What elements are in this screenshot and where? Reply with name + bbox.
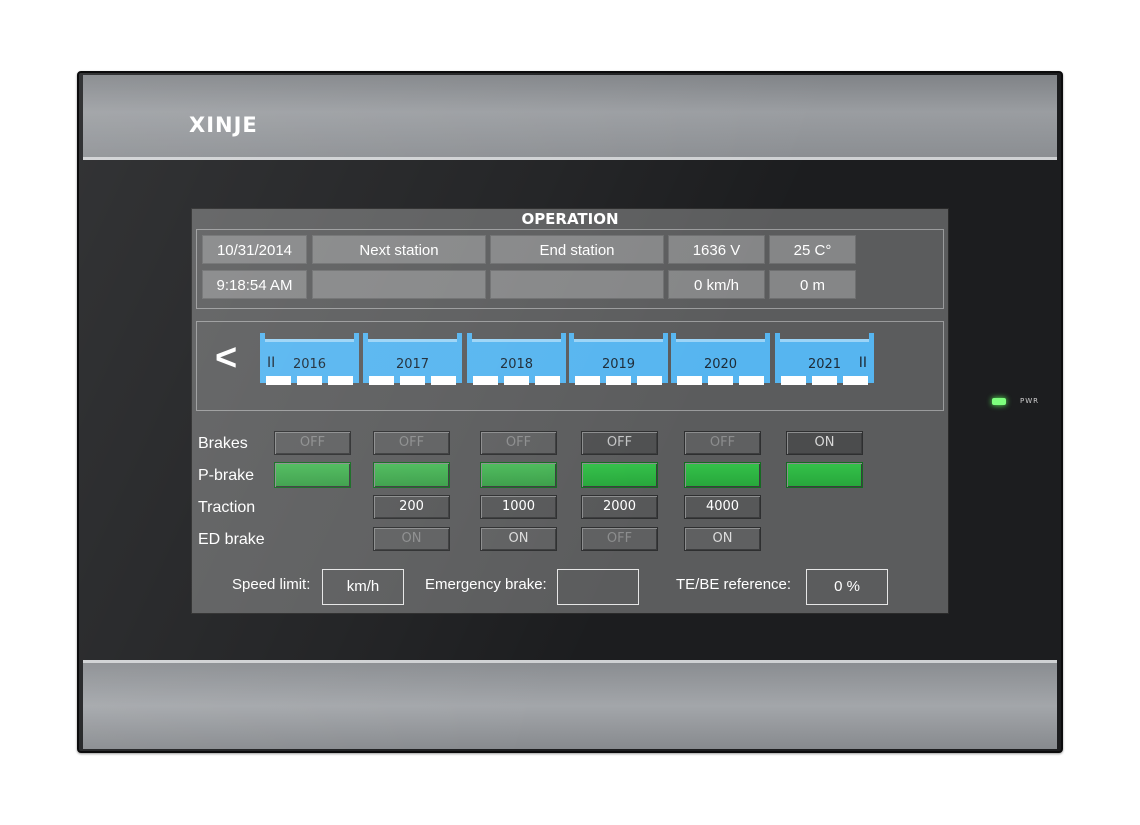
power-label: PWR: [1020, 397, 1040, 405]
p-brake-label: P-brake: [198, 467, 255, 484]
brake-button-2016[interactable]: OFF: [274, 431, 351, 455]
back-arrow-icon[interactable]: <: [215, 338, 237, 378]
brakes-label: Brakes: [198, 435, 248, 452]
ed-brake-button-2019[interactable]: OFF: [581, 527, 658, 551]
voltage-display: 1636 V: [668, 235, 765, 264]
distance-display: 0 m: [769, 270, 856, 299]
page-title: OPERATION: [521, 210, 619, 228]
te-be-reference-label: TE/BE reference:: [676, 576, 792, 593]
car-label: 2019: [601, 357, 636, 372]
bottom-bezel: [83, 660, 1057, 749]
brand-logo: XINJE: [189, 113, 258, 137]
train-end-marker-icon: II: [858, 355, 867, 371]
train-panel: < II 2016 2017 2018 2019 2020 2021 II: [196, 321, 944, 411]
ed-brake-button-2018[interactable]: ON: [480, 527, 557, 551]
traction-value-2017[interactable]: 200: [373, 495, 450, 519]
ed-brake-button-2020[interactable]: ON: [684, 527, 761, 551]
traction-value-2020[interactable]: 4000: [684, 495, 761, 519]
next-station-value: [312, 270, 486, 299]
temperature-display: 25 C°: [769, 235, 856, 264]
next-station-header: Next station: [312, 235, 486, 264]
car-2016[interactable]: II 2016: [260, 333, 359, 391]
speed-limit-input[interactable]: km/h: [322, 569, 404, 605]
wheels: [266, 376, 354, 386]
operation-screen: OPERATION 10/31/2014 9:18:54 AM Next sta…: [191, 208, 949, 614]
power-led: [992, 398, 1006, 405]
traction-value-2018[interactable]: 1000: [480, 495, 557, 519]
p-brake-indicator-2016[interactable]: [274, 462, 351, 488]
car-label: 2017: [395, 357, 430, 372]
hmi-device: XINJE PWR OPERATION 10/31/2014 9:18:54 A…: [77, 71, 1063, 753]
wheels: [677, 376, 765, 386]
p-brake-indicator-2017[interactable]: [373, 462, 450, 488]
brake-button-2021[interactable]: ON: [786, 431, 863, 455]
info-panel: 10/31/2014 9:18:54 AM Next station End s…: [196, 229, 944, 309]
car-label: 2018: [499, 357, 534, 372]
date-display: 10/31/2014: [202, 235, 307, 264]
time-display: 9:18:54 AM: [202, 270, 307, 299]
top-bezel: XINJE: [83, 75, 1057, 160]
ed-brake-label: ED brake: [198, 531, 265, 548]
car-label: 2020: [703, 357, 738, 372]
end-station-value: [490, 270, 664, 299]
wheels: [369, 376, 457, 386]
traction-value-2019[interactable]: 2000: [581, 495, 658, 519]
car-2021[interactable]: 2021 II: [775, 333, 874, 391]
brake-button-2019[interactable]: OFF: [581, 431, 658, 455]
emergency-brake-label: Emergency brake:: [425, 576, 547, 593]
p-brake-indicator-2019[interactable]: [581, 462, 658, 488]
car-2019[interactable]: 2019: [569, 333, 668, 391]
wheels: [781, 376, 869, 386]
brake-button-2017[interactable]: OFF: [373, 431, 450, 455]
p-brake-indicator-2020[interactable]: [684, 462, 761, 488]
car-label: 2016: [292, 357, 327, 372]
p-brake-indicator-2018[interactable]: [480, 462, 557, 488]
brake-button-2020[interactable]: OFF: [684, 431, 761, 455]
wheels: [575, 376, 663, 386]
te-be-reference-input[interactable]: 0 %: [806, 569, 888, 605]
end-station-header: End station: [490, 235, 664, 264]
car-2017[interactable]: 2017: [363, 333, 462, 391]
car-2020[interactable]: 2020: [671, 333, 770, 391]
car-2018[interactable]: 2018: [467, 333, 566, 391]
ed-brake-button-2017[interactable]: ON: [373, 527, 450, 551]
traction-label: Traction: [198, 499, 256, 516]
speed-limit-label: Speed limit:: [232, 576, 311, 593]
emergency-brake-button[interactable]: [557, 569, 639, 605]
wheels: [473, 376, 561, 386]
speed-display: 0 km/h: [668, 270, 765, 299]
p-brake-indicator-2021[interactable]: [786, 462, 863, 488]
brake-button-2018[interactable]: OFF: [480, 431, 557, 455]
